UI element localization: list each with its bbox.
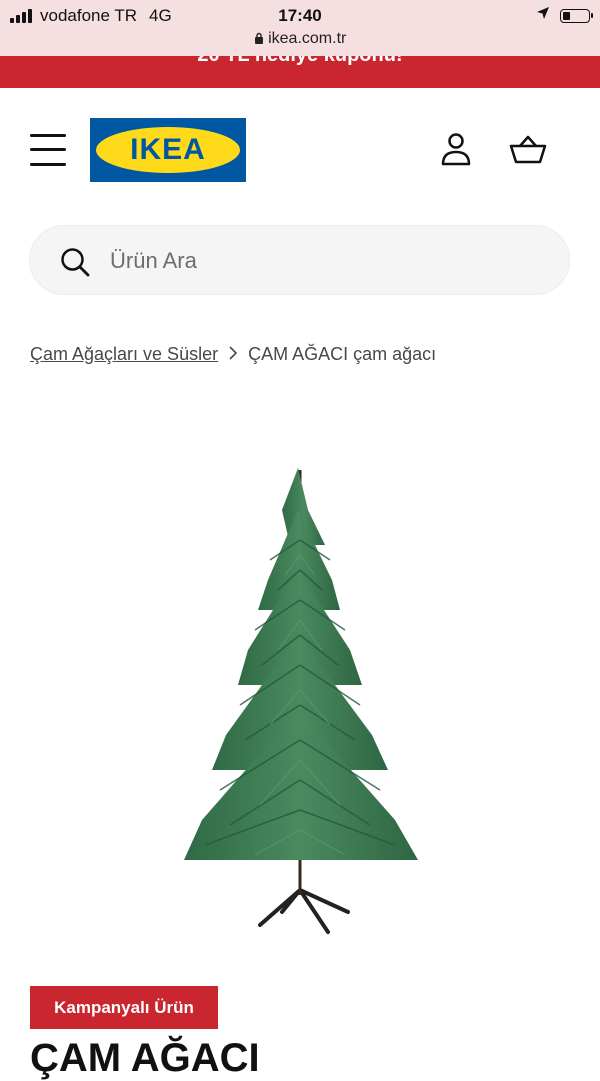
- address-bar[interactable]: ikea.com.tr: [0, 30, 600, 48]
- search-bar[interactable]: [29, 225, 570, 295]
- promo-banner[interactable]: 20 TL hediye kuponu!: [0, 56, 600, 88]
- product-image[interactable]: [150, 450, 450, 950]
- location-arrow-icon: [536, 6, 550, 25]
- breadcrumb-current: ÇAM AĞACI çam ağacı: [248, 344, 437, 364]
- status-right: [536, 6, 593, 25]
- product-title: ÇAM AĞACI: [30, 1036, 260, 1080]
- menu-button[interactable]: [30, 132, 66, 168]
- breadcrumb: Çam Ağaçları ve Süsler ÇAM AĞACI çam ağa…: [30, 344, 436, 365]
- url-text: ikea.com.tr: [268, 30, 347, 47]
- ikea-logo[interactable]: IKEA: [90, 118, 246, 182]
- search-input[interactable]: [108, 240, 552, 282]
- campaign-badge: Kampanyalı Ürün: [30, 986, 218, 1029]
- breadcrumb-link[interactable]: Çam Ağaçları ve Süsler: [30, 344, 218, 365]
- cart-button[interactable]: [508, 130, 548, 170]
- search-icon[interactable]: [60, 247, 90, 282]
- status-bar: vodafone TR 4G 17:40 ikea.com.tr: [0, 0, 600, 56]
- battery-icon: [560, 8, 593, 23]
- user-icon: [436, 133, 476, 174]
- logo-oval: IKEA: [96, 127, 240, 173]
- promo-text: 20 TL hediye kuponu!: [0, 56, 600, 67]
- account-button[interactable]: [436, 130, 476, 170]
- lock-icon: [254, 30, 268, 47]
- logo-text: IKEA: [130, 133, 206, 166]
- basket-icon: [508, 135, 548, 174]
- clock: 17:40: [278, 6, 322, 25]
- chevron-right-icon: [228, 344, 238, 365]
- christmas-tree-image: [184, 468, 418, 934]
